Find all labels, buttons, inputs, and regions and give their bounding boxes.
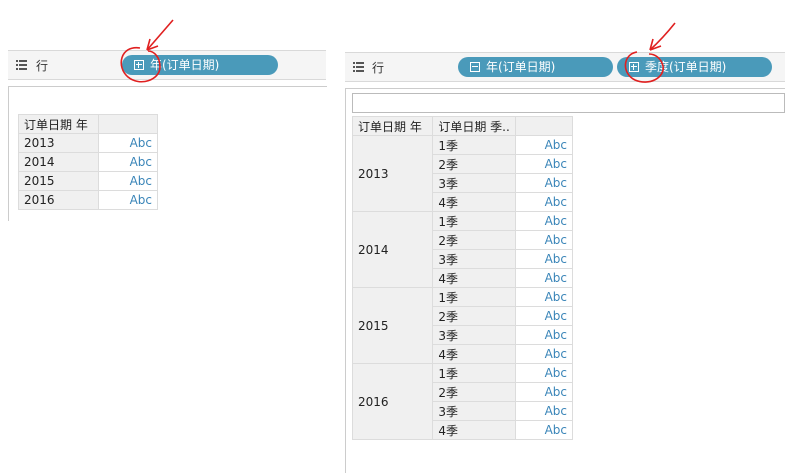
rows-shelf-label: 行 (372, 61, 385, 75)
abc-cell[interactable]: Abc (514, 287, 574, 307)
year-cell[interactable]: 2013 (18, 133, 99, 153)
column-header-year[interactable]: 订单日期 年 (351, 116, 434, 136)
table-row: 2013 Abc (18, 133, 159, 153)
quarter-cell[interactable]: 2季 (432, 154, 516, 174)
abc-cell[interactable]: Abc (514, 249, 574, 269)
year-order-date-pill[interactable]: 年(订单日期) (458, 57, 613, 77)
table-row: 2016 1季 Abc (351, 363, 574, 440)
quarter-cell[interactable]: 4季 (432, 344, 516, 364)
year-cell[interactable]: 2015 (351, 287, 434, 364)
abc-cell[interactable]: Abc (514, 154, 574, 174)
quarter-cell[interactable]: 2季 (432, 382, 516, 402)
abc-cell[interactable]: Abc (514, 192, 574, 212)
table-row: 2013 1季 Abc (351, 135, 574, 212)
quarter-cell[interactable]: 2季 (432, 230, 516, 250)
abc-cell[interactable]: Abc (514, 211, 574, 231)
year-cell[interactable]: 2015 (18, 171, 99, 191)
abc-cell[interactable]: Abc (514, 135, 574, 155)
abc-cell[interactable]: Abc (97, 152, 159, 172)
pill-label: 年(订单日期) (486, 60, 556, 74)
collapse-minus-icon[interactable] (470, 62, 480, 72)
crosstab-left: 订单日期 年 2013 Abc 2014 Abc 2015 Abc 2016 Abc (18, 114, 159, 210)
table-row: 2014 1季 Abc (351, 211, 574, 288)
abc-cell[interactable]: Abc (97, 190, 159, 210)
quarter-cell[interactable]: 1季 (432, 135, 516, 155)
quarter-cell[interactable]: 2季 (432, 306, 516, 326)
annotation-arrow-right (624, 22, 676, 83)
column-header-year[interactable]: 订单日期 年 (18, 114, 99, 134)
abc-cell[interactable]: Abc (514, 173, 574, 193)
rows-shelf-icon (16, 60, 27, 70)
table-row: 2015 1季 Abc (351, 287, 574, 364)
abc-cell[interactable]: Abc (514, 382, 574, 402)
abc-cell[interactable]: Abc (514, 401, 574, 421)
rows-shelf-right[interactable]: 行 年(订单日期) 季度(订单日期) (345, 52, 785, 82)
quarter-cell[interactable]: 3季 (432, 173, 516, 193)
abc-cell[interactable]: Abc (514, 344, 574, 364)
abc-cell[interactable]: Abc (514, 230, 574, 250)
column-header-blank (514, 116, 574, 136)
table-row: 2015 Abc (18, 171, 159, 191)
abc-cell[interactable]: Abc (514, 363, 574, 383)
year-cell[interactable]: 2014 (18, 152, 99, 172)
year-cell[interactable]: 2016 (18, 190, 99, 210)
quarter-cell[interactable]: 3季 (432, 401, 516, 421)
quarter-cell[interactable]: 1季 (432, 211, 516, 231)
table-row: 2016 Abc (18, 190, 159, 210)
rows-shelf-label: 行 (36, 59, 49, 73)
quarter-cell[interactable]: 1季 (432, 363, 516, 383)
year-cell[interactable]: 2016 (351, 363, 434, 440)
column-header-quarter[interactable]: 订单日期 季.. (432, 116, 516, 136)
view-title-box[interactable] (352, 93, 785, 113)
quarter-cell[interactable]: 4季 (432, 420, 516, 440)
year-cell[interactable]: 2013 (351, 135, 434, 212)
year-cell[interactable]: 2014 (351, 211, 434, 288)
quarter-cell[interactable]: 4季 (432, 192, 516, 212)
quarter-cell[interactable]: 1季 (432, 287, 516, 307)
abc-cell[interactable]: Abc (514, 325, 574, 345)
abc-cell[interactable]: Abc (97, 171, 159, 191)
abc-cell[interactable]: Abc (514, 420, 574, 440)
quarter-cell[interactable]: 3季 (432, 249, 516, 269)
abc-cell[interactable]: Abc (514, 268, 574, 288)
annotation-arrow-left (120, 19, 174, 83)
crosstab-right: 订单日期 年 订单日期 季.. 2013 1季 Abc 2季 Abc 3季 Abc 4季 Abc… (351, 116, 574, 440)
table-row: 2014 Abc (18, 152, 159, 172)
rows-shelf-icon (353, 62, 364, 72)
column-header-blank (97, 114, 159, 134)
abc-cell[interactable]: Abc (97, 133, 159, 153)
quarter-cell[interactable]: 3季 (432, 325, 516, 345)
quarter-cell[interactable]: 4季 (432, 268, 516, 288)
abc-cell[interactable]: Abc (514, 306, 574, 326)
